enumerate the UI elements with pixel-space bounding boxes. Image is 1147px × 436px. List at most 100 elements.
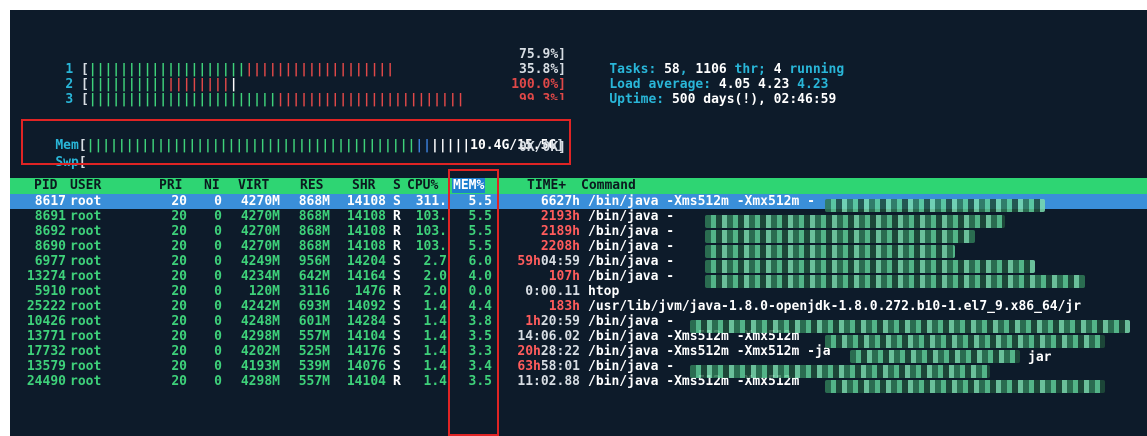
cell-command: htop xyxy=(588,284,620,299)
cell-res: 557M xyxy=(298,374,330,389)
cell-cpu: 103. xyxy=(415,224,447,239)
cell-pid: 13274 xyxy=(26,269,66,284)
cell-ni: 0 xyxy=(214,239,222,254)
cell-pid: 8692 xyxy=(34,224,66,239)
table-row[interactable]: 8690 root 20 0 4270M 868M 14108 R 103. 5.5 2208h/b… xyxy=(10,239,1147,254)
cell-pid: 13579 xyxy=(26,359,66,374)
col-user[interactable]: USER xyxy=(70,178,101,193)
table-row[interactable]: 25222 root 20 0 4242M 693M 14092 S 1.4 4.4 183h/us… xyxy=(10,299,1147,314)
cell-time: 20h28:22 xyxy=(517,344,580,359)
col-virt[interactable]: VIRT xyxy=(238,178,269,193)
cell-time: 59h04:59 xyxy=(517,254,580,269)
cell-res: 868M xyxy=(298,209,330,224)
cell-shr: 14164 xyxy=(346,269,386,284)
cell-cpu: 1.4 xyxy=(423,329,447,344)
cell-ni: 0 xyxy=(214,224,222,239)
cell-cpu: 1.4 xyxy=(423,374,447,389)
process-table-header[interactable]: PID USER PRI NI VIRT RES SHR S CPU% MEM%… xyxy=(10,178,1147,194)
cell-user: root xyxy=(70,284,102,299)
col-time[interactable]: TIME+ xyxy=(527,178,566,193)
cpu-meter-3: 3 [|||||||||||||||||||||||||||||||||||||… xyxy=(65,92,465,107)
cell-pri: 20 xyxy=(171,224,187,239)
cell-command: /bin/java -Xms512m -Xmx512m -ja xyxy=(588,344,831,359)
cell-s: S xyxy=(393,194,401,209)
redacted-text xyxy=(690,320,1130,333)
cell-res: 693M xyxy=(298,299,330,314)
cell-ni: 0 xyxy=(214,314,222,329)
cell-user: root xyxy=(70,209,102,224)
screenshot-frame: 1 [|||||||||||||||||||||||||||||||||||||… xyxy=(0,0,1147,436)
cell-ni: 0 xyxy=(214,329,222,344)
tasks-summary: Tasks: 58, 1106 thr; 4 running xyxy=(609,62,845,77)
cell-virt: 4202M xyxy=(240,344,280,359)
cell-cpu: 103. xyxy=(415,209,447,224)
cell-shr: 14284 xyxy=(346,314,386,329)
cell-pid: 8691 xyxy=(34,209,66,224)
redacted-text xyxy=(825,335,1105,348)
cell-shr: 14108 xyxy=(346,239,386,254)
cpu-meter-4: 4 [|||||||||||||||||||||||||||||||||||||… xyxy=(34,92,464,100)
col-command[interactable]: Command xyxy=(581,178,636,193)
cell-virt: 4193M xyxy=(240,359,280,374)
cell-shr: 1476 xyxy=(354,284,386,299)
col-state[interactable]: S xyxy=(393,178,401,193)
cell-virt: 4298M xyxy=(240,374,280,389)
cell-user: root xyxy=(70,194,102,209)
cell-virt: 4242M xyxy=(240,299,280,314)
col-cpu[interactable]: CPU% xyxy=(407,178,438,193)
cell-res: 3116 xyxy=(298,284,330,299)
cell-command: /bin/java - xyxy=(588,239,675,254)
cell-ni: 0 xyxy=(214,269,222,284)
cell-user: root xyxy=(70,239,102,254)
cell-command: /bin/java - xyxy=(588,254,675,269)
cell-time: 2189h xyxy=(540,224,580,239)
load-average: Load average: 4.05 4.23 4.23 xyxy=(609,77,829,92)
cell-res: 601M xyxy=(298,314,330,329)
cell-s: S xyxy=(393,344,401,359)
cell-s: S xyxy=(393,254,401,269)
redacted-text xyxy=(690,365,990,378)
cell-virt: 4270M xyxy=(240,224,280,239)
cell-cpu: 2.0 xyxy=(423,269,447,284)
cell-ni: 0 xyxy=(214,359,222,374)
cell-command: /bin/java -Xms512m -Xmx512m - xyxy=(588,194,815,209)
cell-s: S xyxy=(393,359,401,374)
cell-pri: 20 xyxy=(171,209,187,224)
cell-time: 1h20:59 xyxy=(525,314,580,329)
redacted-text xyxy=(825,199,1045,212)
cell-pid: 13771 xyxy=(26,329,66,344)
col-shr[interactable]: SHR xyxy=(352,178,375,193)
cell-ni: 0 xyxy=(214,254,222,269)
cell-user: root xyxy=(70,299,102,314)
redacted-text xyxy=(705,260,1035,273)
cell-res: 539M xyxy=(298,359,330,374)
cell-ni: 0 xyxy=(214,374,222,389)
cell-virt: 4249M xyxy=(240,254,280,269)
cell-cpu: 1.4 xyxy=(423,359,447,374)
cpu-meter-1: 1 [|||||||||||||||||||||||||||||||||||||… xyxy=(65,62,395,77)
cell-s: S xyxy=(393,314,401,329)
cell-ni: 0 xyxy=(214,344,222,359)
cell-res: 642M xyxy=(298,269,330,284)
cell-virt: 4298M xyxy=(240,329,280,344)
col-res[interactable]: RES xyxy=(300,178,323,193)
cell-res: 868M xyxy=(298,224,330,239)
cell-time: 2208h xyxy=(540,239,580,254)
cell-s: S xyxy=(393,329,401,344)
cell-s: R xyxy=(393,239,401,254)
cell-pri: 20 xyxy=(171,329,187,344)
cell-ni: 0 xyxy=(214,299,222,314)
cell-pri: 20 xyxy=(171,299,187,314)
cell-user: root xyxy=(70,224,102,239)
cell-pri: 20 xyxy=(171,374,187,389)
cell-user: root xyxy=(70,314,102,329)
col-pri[interactable]: PRI xyxy=(159,178,182,193)
col-pid[interactable]: PID xyxy=(34,178,57,193)
cell-pid: 17732 xyxy=(26,344,66,359)
cell-pid: 24490 xyxy=(26,374,66,389)
cell-command: /bin/java - xyxy=(588,224,675,239)
cmd-suffix: jar xyxy=(1028,350,1052,365)
col-ni[interactable]: NI xyxy=(204,178,220,193)
cell-res: 868M xyxy=(298,194,330,209)
cell-ni: 0 xyxy=(214,209,222,224)
